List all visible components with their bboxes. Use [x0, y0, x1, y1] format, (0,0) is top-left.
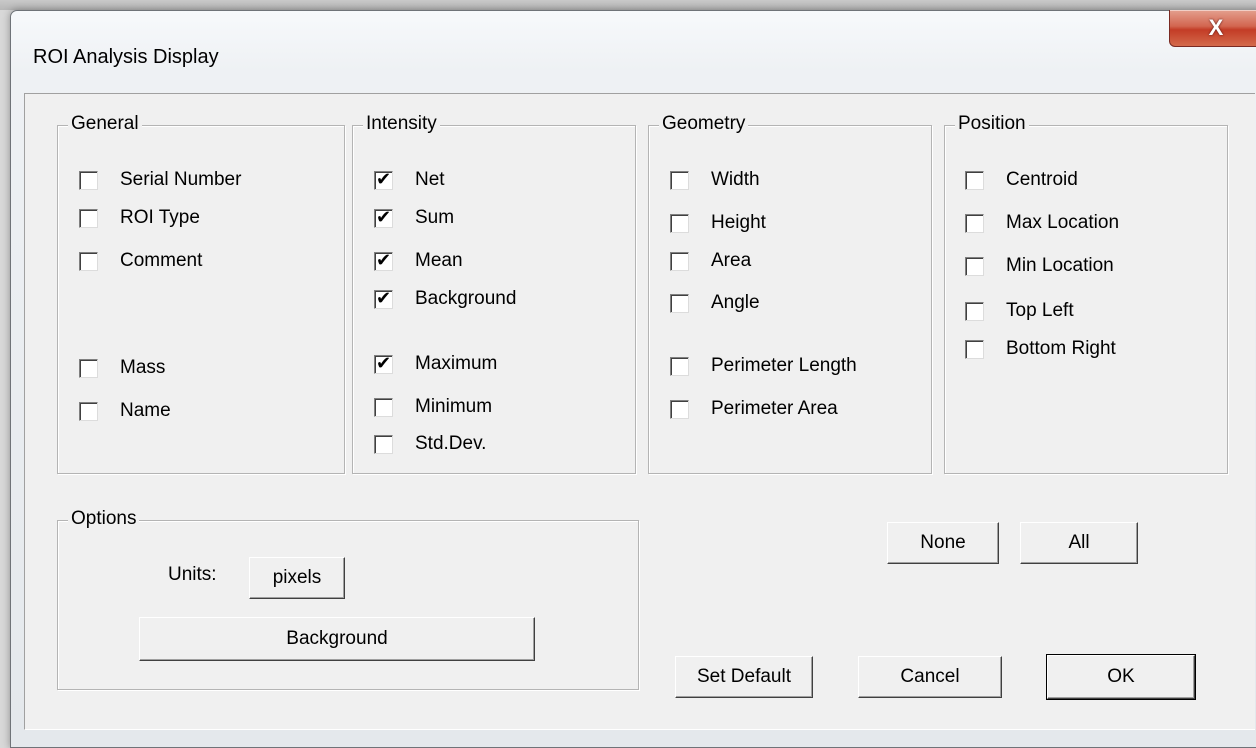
checkbox-box [374, 397, 393, 417]
background-checkbox[interactable]: ✔ Background [374, 287, 516, 311]
sum-checkbox[interactable]: ✔ Sum [374, 206, 454, 230]
all-button[interactable]: All [1020, 522, 1138, 564]
checkbox-box: ✔ [374, 287, 393, 309]
checkbox-box [965, 301, 984, 321]
checkbox-box [670, 399, 689, 419]
angle-checkbox[interactable]: Angle [670, 291, 760, 315]
checkbox-label: Perimeter Area [711, 398, 838, 419]
intensity-group-label: Intensity [363, 112, 440, 136]
checkbox-box [965, 339, 984, 359]
name-checkbox[interactable]: Name [79, 399, 171, 423]
checkbox-box [670, 356, 689, 376]
height-checkbox[interactable]: Height [670, 211, 766, 235]
ok-button[interactable]: OK [1046, 654, 1196, 700]
close-button[interactable]: X [1169, 10, 1256, 47]
checkbox-label: Angle [711, 292, 760, 313]
checkbox-label: Name [120, 400, 171, 421]
none-button[interactable]: None [887, 522, 999, 564]
checkbox-box [79, 208, 98, 228]
geometry-group-label: Geometry [659, 112, 749, 136]
checkbox-label: Serial Number [120, 169, 242, 190]
checkbox-label: Bottom Right [1006, 338, 1116, 359]
checkbox-label: Sum [415, 207, 455, 228]
checkbox-box [374, 434, 393, 454]
checkbox-box: ✔ [374, 168, 393, 190]
checkbox-box [965, 170, 984, 190]
check-mark-icon: ✔ [376, 249, 392, 271]
min-location-checkbox[interactable]: Min Location [965, 254, 1114, 278]
desktop-backdrop [0, 0, 1256, 10]
background-button[interactable]: Background [139, 617, 535, 661]
checkbox-box [670, 293, 689, 313]
checkbox-box [670, 213, 689, 233]
checkbox-box [79, 170, 98, 190]
dialog-client-area: General Intensity Geometry Position Opti… [24, 93, 1255, 730]
serial-number-checkbox[interactable]: Serial Number [79, 168, 241, 192]
mass-checkbox[interactable]: Mass [79, 356, 165, 380]
roi-type-checkbox[interactable]: ROI Type [79, 206, 200, 230]
checkbox-box [79, 358, 98, 378]
mean-checkbox[interactable]: ✔ Mean [374, 249, 463, 273]
check-mark-icon: ✔ [376, 168, 392, 190]
set-default-button[interactable]: Set Default [675, 656, 813, 698]
options-group-label: Options [68, 507, 140, 531]
checkbox-label: Perimeter Length [711, 355, 857, 376]
top-left-checkbox[interactable]: Top Left [965, 299, 1074, 323]
checkbox-box [79, 251, 98, 271]
checkbox-box: ✔ [374, 352, 393, 374]
checkbox-label: Maximum [415, 353, 498, 374]
check-mark-icon: ✔ [376, 352, 392, 374]
checkbox-label: ROI Type [120, 207, 200, 228]
checkbox-label: Centroid [1006, 169, 1078, 190]
cancel-button[interactable]: Cancel [858, 656, 1002, 698]
width-checkbox[interactable]: Width [670, 168, 760, 192]
perimeter-length-checkbox[interactable]: Perimeter Length [670, 354, 857, 378]
checkbox-label: Area [711, 250, 752, 271]
checkbox-box [965, 256, 984, 276]
checkbox-label: Std.Dev. [415, 433, 487, 454]
checkbox-label: Max Location [1006, 212, 1120, 233]
checkbox-box [670, 170, 689, 190]
checkbox-label: Min Location [1006, 255, 1114, 276]
area-checkbox[interactable]: Area [670, 249, 751, 273]
close-icon: X [1208, 15, 1224, 40]
checkbox-box: ✔ [374, 249, 393, 271]
checkbox-box [965, 213, 984, 233]
perimeter-area-checkbox[interactable]: Perimeter Area [670, 397, 838, 421]
std-dev-checkbox[interactable]: Std.Dev. [374, 432, 486, 456]
comment-checkbox[interactable]: Comment [79, 249, 202, 273]
checkbox-box: ✔ [374, 206, 393, 228]
position-group-label: Position [955, 112, 1029, 136]
minimum-checkbox[interactable]: Minimum [374, 395, 492, 419]
checkbox-label: Net [415, 169, 445, 190]
checkbox-label: Comment [120, 250, 203, 271]
checkbox-label: Height [711, 212, 766, 233]
options-group: Options [57, 507, 639, 690]
check-mark-icon: ✔ [376, 287, 392, 309]
check-mark-icon: ✔ [376, 206, 392, 228]
checkbox-label: Mass [120, 357, 166, 378]
checkbox-label: Background [415, 288, 517, 309]
checkbox-box [79, 401, 98, 421]
window-title: ROI Analysis Display [33, 46, 219, 68]
checkbox-label: Width [711, 169, 760, 190]
net-checkbox[interactable]: ✔ Net [374, 168, 445, 192]
checkbox-label: Mean [415, 250, 463, 271]
checkbox-label: Minimum [415, 396, 493, 417]
general-group-label: General [68, 112, 142, 136]
units-label: Units: [168, 564, 217, 585]
max-location-checkbox[interactable]: Max Location [965, 211, 1119, 235]
bottom-right-checkbox[interactable]: Bottom Right [965, 337, 1116, 361]
checkbox-box [670, 251, 689, 271]
units-button[interactable]: pixels [249, 557, 345, 599]
maximum-checkbox[interactable]: ✔ Maximum [374, 352, 497, 376]
centroid-checkbox[interactable]: Centroid [965, 168, 1078, 192]
checkbox-label: Top Left [1006, 300, 1074, 321]
